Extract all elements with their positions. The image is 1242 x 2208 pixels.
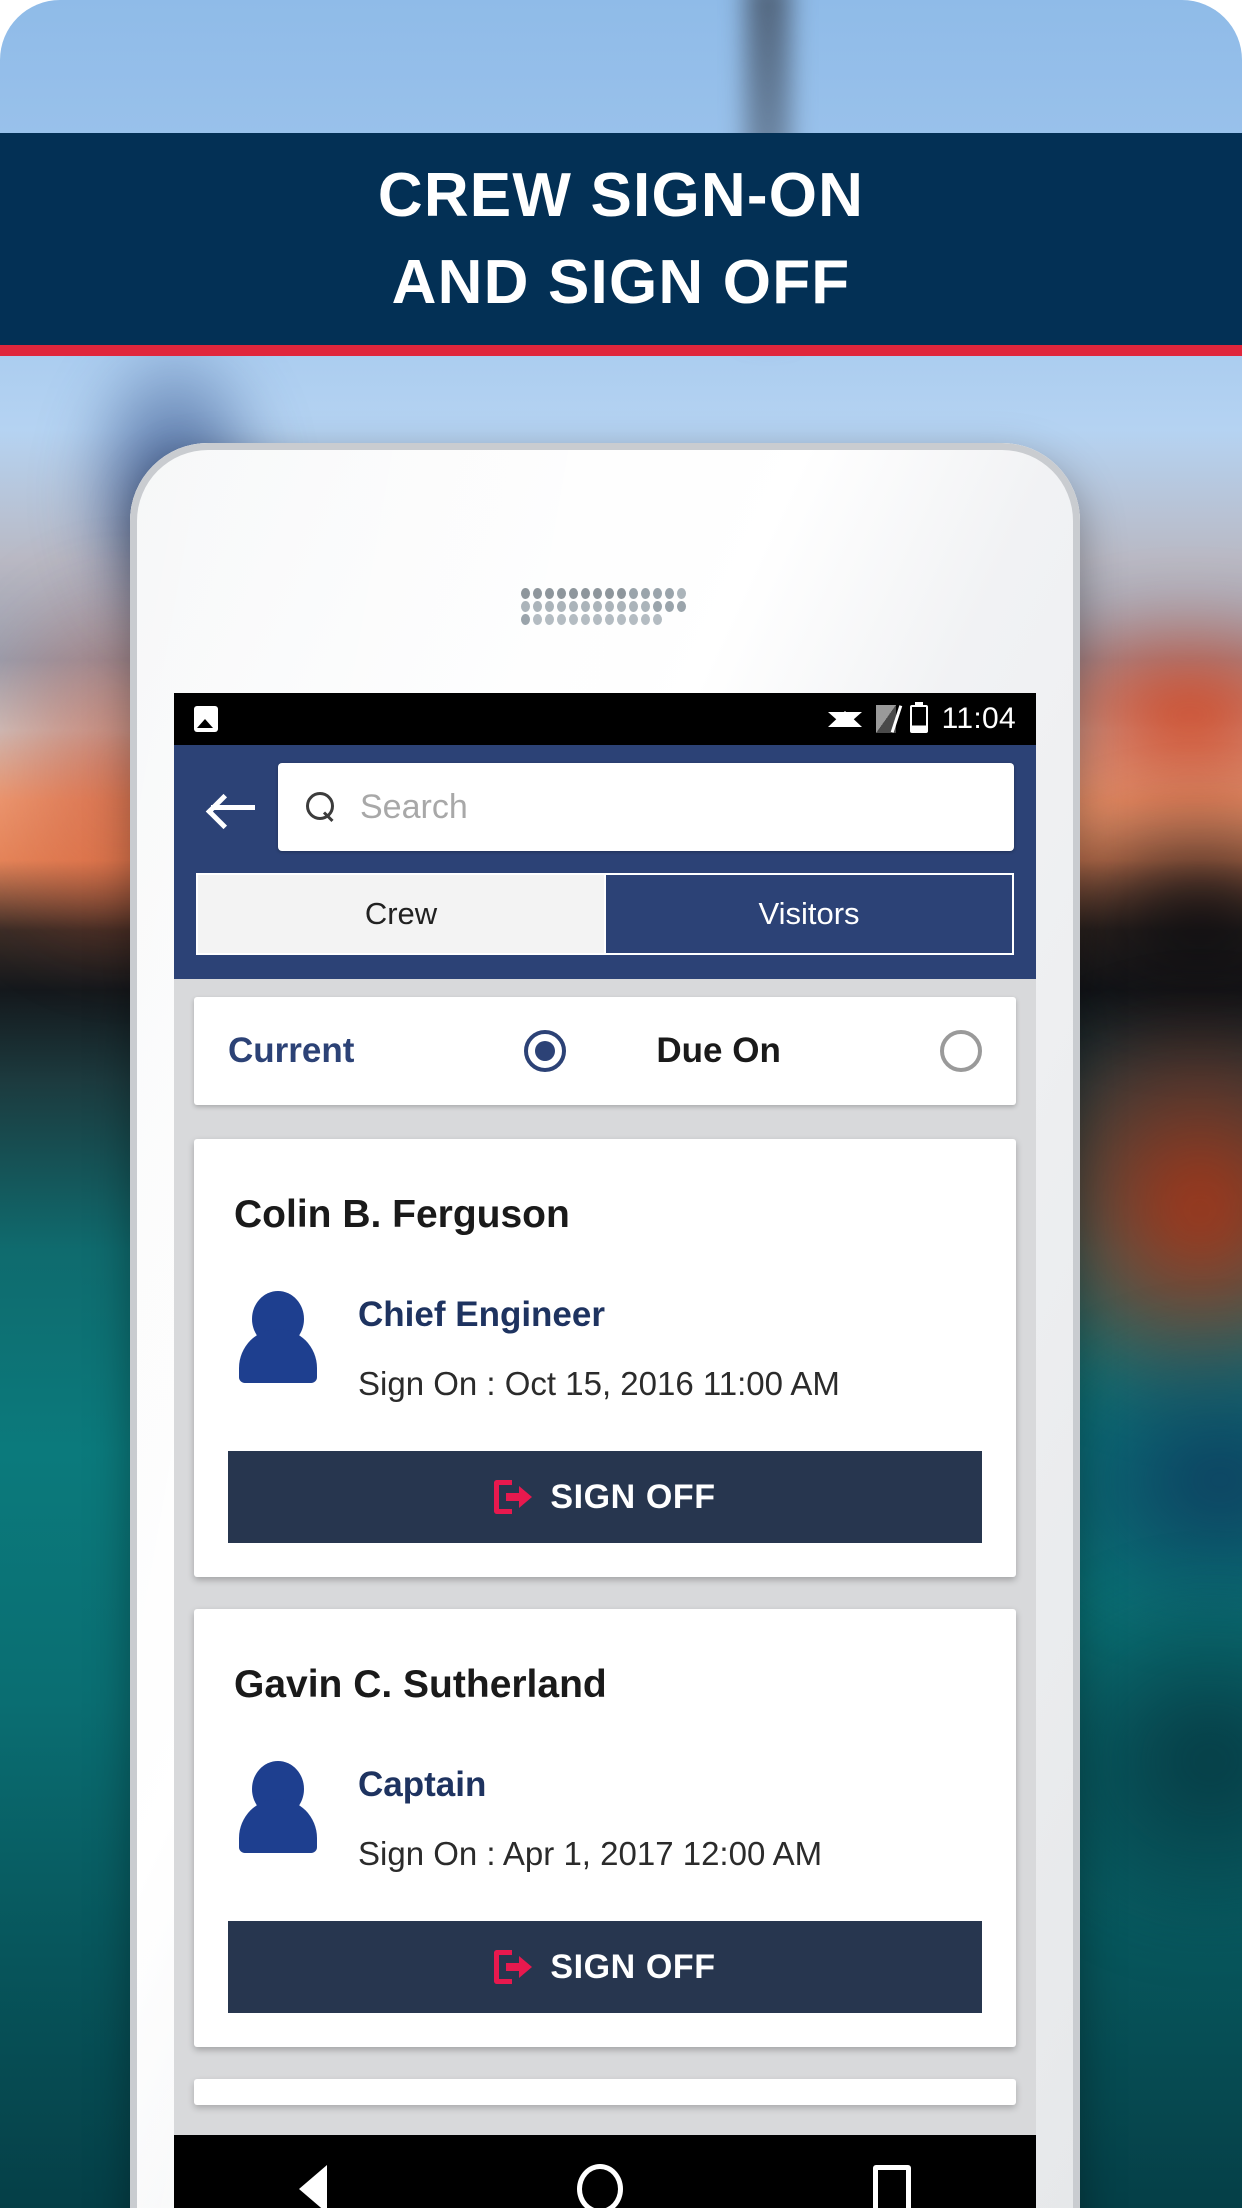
banner-accent-rule xyxy=(0,345,1242,356)
filter-label-current: Current xyxy=(228,1031,355,1070)
person-icon xyxy=(236,1761,320,1853)
sign-off-label: SIGN OFF xyxy=(550,1947,716,1986)
radio-current[interactable] xyxy=(524,1030,567,1072)
promo-banner: CREW SIGN-ON AND SIGN OFF xyxy=(0,133,1242,345)
radio-due-on[interactable] xyxy=(940,1030,982,1072)
sign-off-button[interactable]: SIGN OFF xyxy=(228,1921,982,2013)
crew-role: Captain xyxy=(358,1765,487,1804)
person-icon xyxy=(236,1291,320,1383)
status-bar-clock: 11:04 xyxy=(941,702,1016,735)
phone-screen: 11:04 Search Crew Visitors Current Due O… xyxy=(174,693,1036,2208)
exit-icon xyxy=(494,1950,533,1984)
crew-card[interactable]: Colin B. Ferguson Chief Engineer Sign On… xyxy=(194,1139,1016,1577)
tab-visitors[interactable]: Visitors xyxy=(604,875,1012,953)
triangle-back-icon[interactable] xyxy=(299,2165,327,2208)
banner-line-1: CREW SIGN-ON xyxy=(377,161,865,230)
exit-icon xyxy=(494,1480,533,1514)
filter-option-current[interactable]: Current xyxy=(228,1031,354,1071)
no-sim-icon xyxy=(875,705,896,733)
crew-sign-on: Sign On : Apr 1, 2017 12:00 AM xyxy=(358,1835,823,1872)
android-nav-bar xyxy=(174,2135,1036,2208)
search-placeholder: Search xyxy=(360,787,468,826)
crew-card-partial[interactable] xyxy=(194,2079,1016,2105)
app-bar: Search Crew Visitors xyxy=(174,745,1036,979)
crew-name: Gavin C. Sutherland xyxy=(234,1663,607,1706)
banner-line-2: AND SIGN OFF xyxy=(391,248,851,317)
radio-current-dot xyxy=(535,1041,556,1061)
image-icon xyxy=(194,706,218,732)
arrow-left-icon xyxy=(211,792,255,822)
crew-name: Colin B. Ferguson xyxy=(234,1193,570,1236)
search-input[interactable]: Search xyxy=(278,763,1014,851)
wifi-icon xyxy=(827,710,862,727)
back-button[interactable] xyxy=(196,770,270,844)
tab-crew[interactable]: Crew xyxy=(198,875,604,953)
crew-sign-on: Sign On : Oct 15, 2016 11:00 AM xyxy=(358,1365,840,1402)
app-store-screenshot: CREW SIGN-ON AND SIGN OFF 11:04 Search C… xyxy=(0,0,1242,2208)
filter-label-due-on: Due On xyxy=(656,1031,781,1070)
sign-off-label: SIGN OFF xyxy=(550,1477,716,1516)
app-bar-spacer xyxy=(196,955,1014,979)
battery-icon xyxy=(909,705,928,733)
phone-mockup: 11:04 Search Crew Visitors Current Due O… xyxy=(130,443,1080,2208)
search-icon xyxy=(306,792,336,822)
content-area: Current Due On Colin B. Ferguson Chief E… xyxy=(174,979,1036,2105)
crew-role: Chief Engineer xyxy=(358,1295,605,1334)
tab-bar: Crew Visitors xyxy=(196,873,1014,955)
circle-home-icon[interactable] xyxy=(577,2164,623,2208)
sign-off-button[interactable]: SIGN OFF xyxy=(228,1451,982,1543)
phone-speaker-grille xyxy=(521,588,689,625)
android-status-bar: 11:04 xyxy=(174,693,1036,745)
crew-card[interactable]: Gavin C. Sutherland Captain Sign On : Ap… xyxy=(194,1609,1016,2047)
square-recents-icon[interactable] xyxy=(873,2165,911,2208)
filter-card: Current Due On xyxy=(194,997,1016,1105)
filter-option-due-on[interactable]: Due On xyxy=(656,1031,780,1071)
